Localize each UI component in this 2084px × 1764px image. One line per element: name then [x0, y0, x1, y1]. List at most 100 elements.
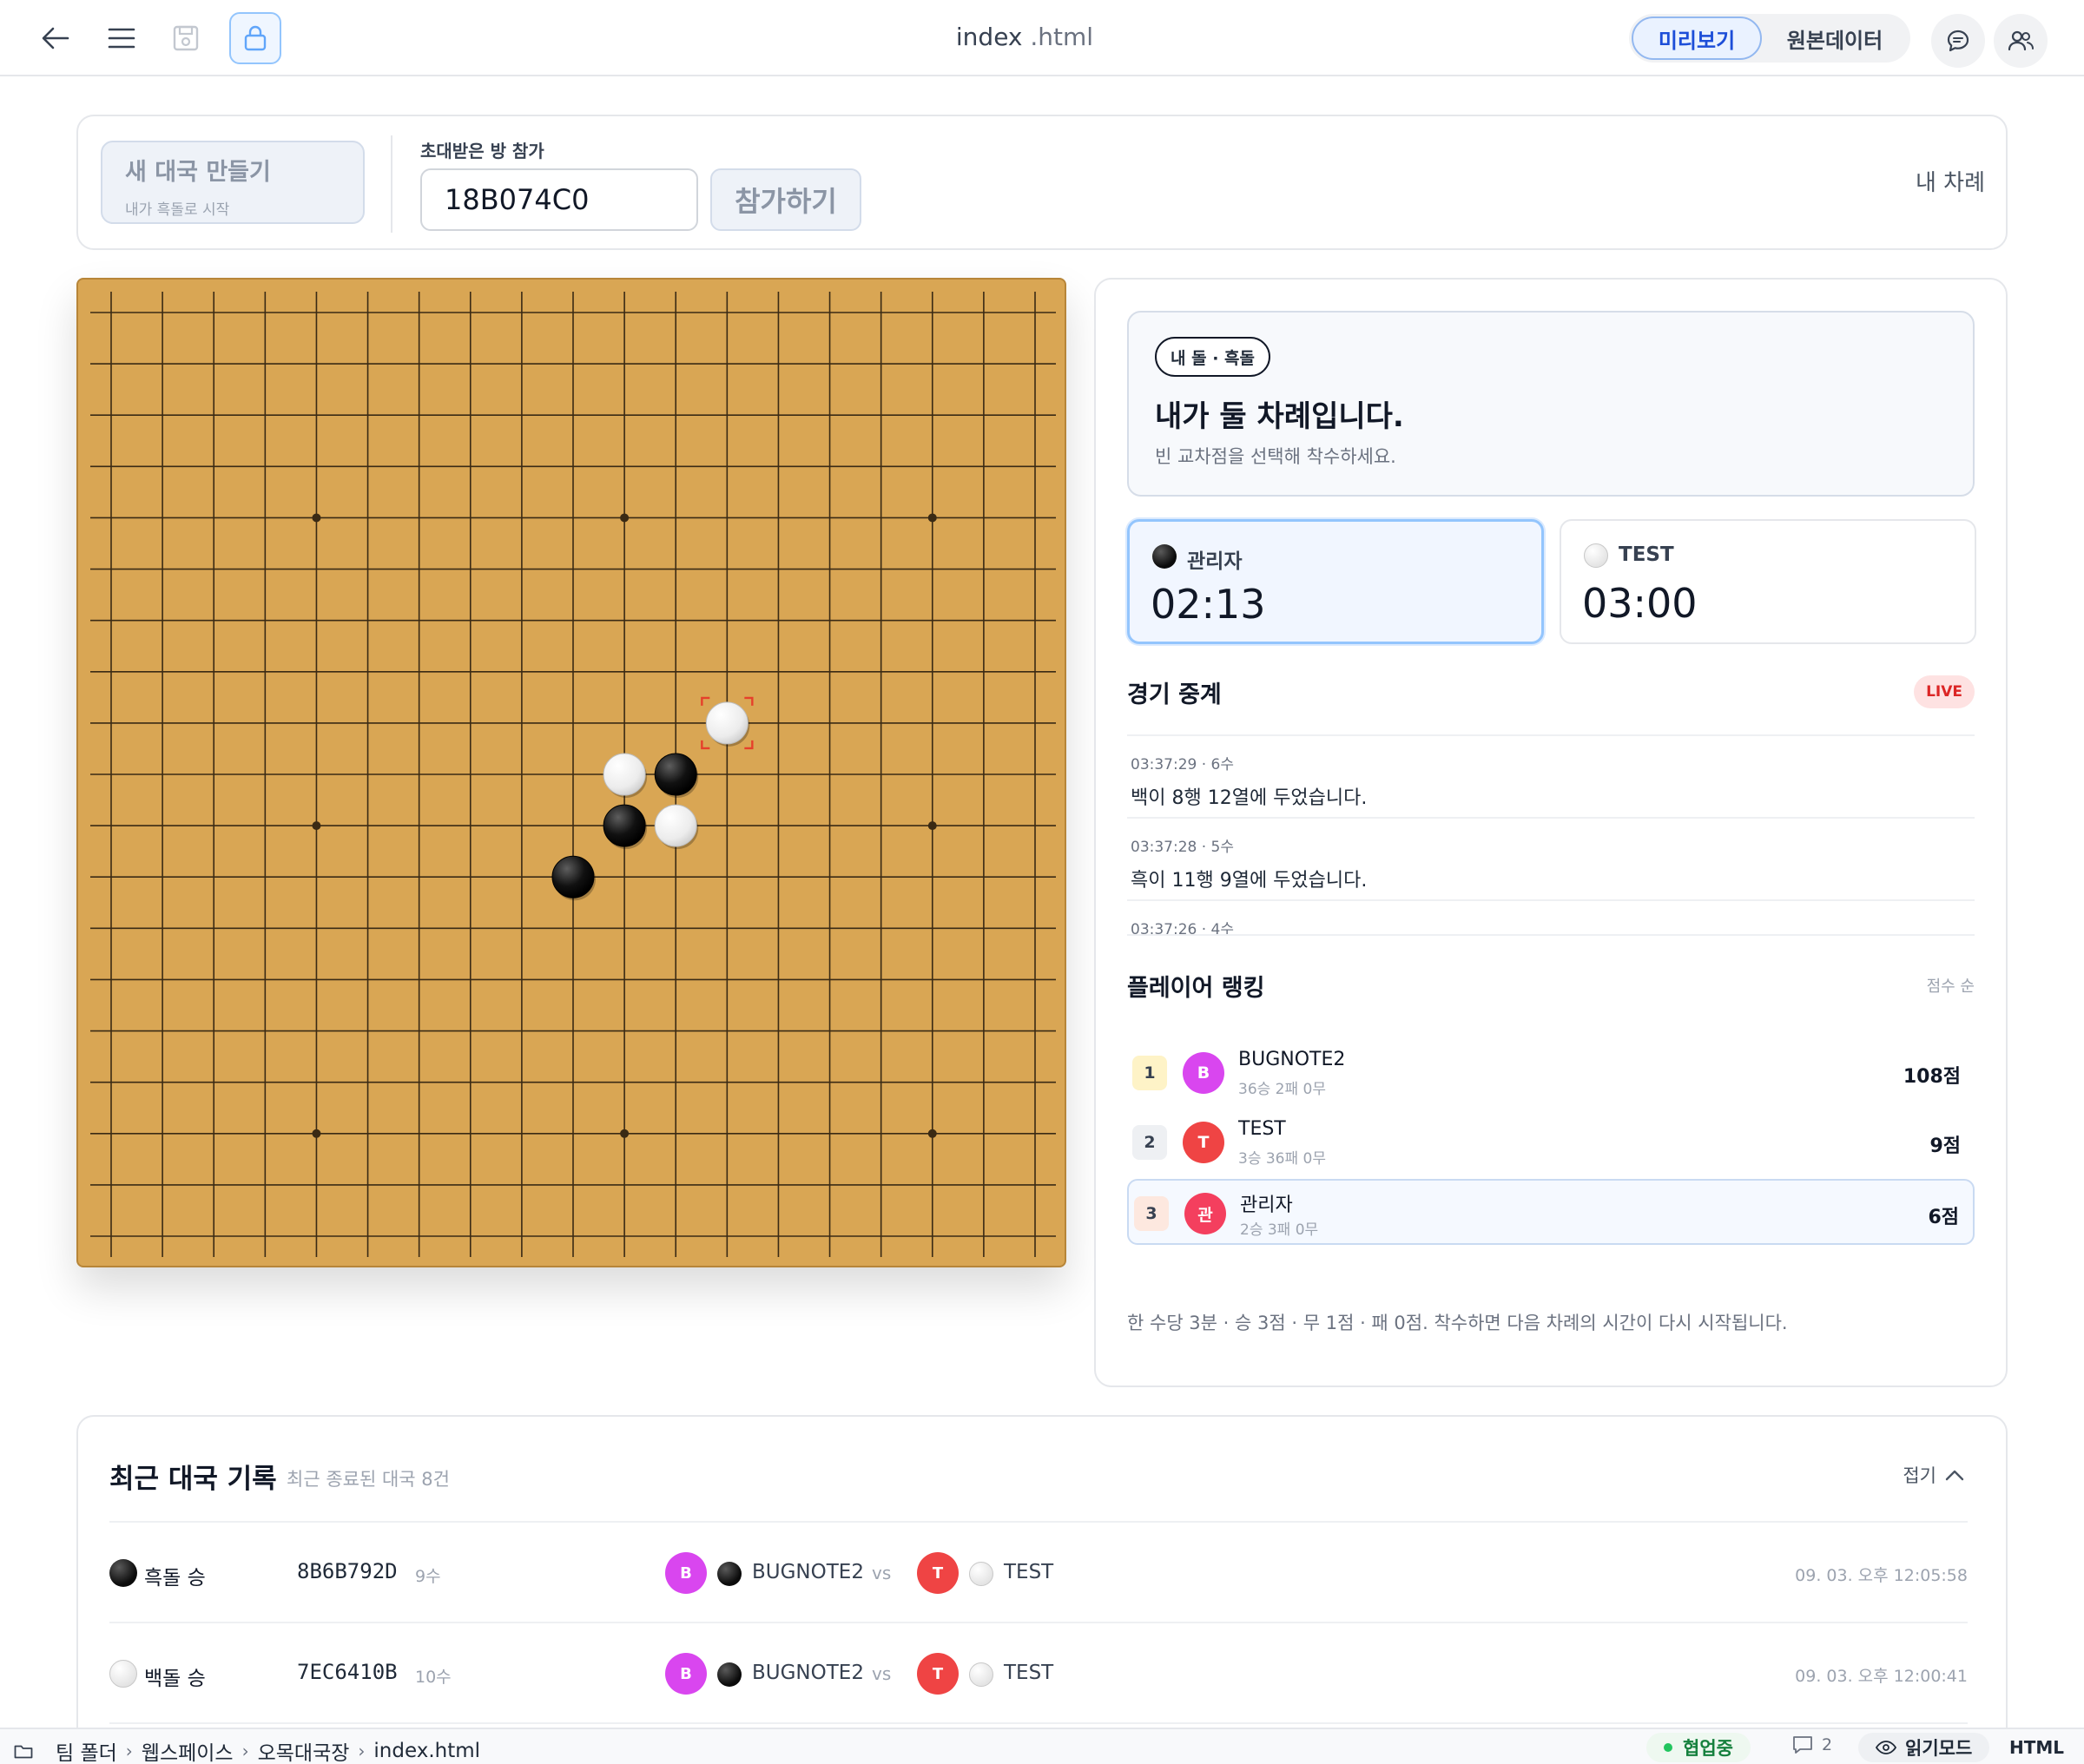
game-result: 흑돌 승: [144, 1567, 206, 1590]
online-dot-icon: [1664, 1743, 1672, 1752]
white-stone-icon: [969, 1662, 993, 1687]
feed-message: 흑이 11행 9열에 두었습니다.: [1131, 870, 1368, 892]
avatar: B: [1183, 1052, 1224, 1094]
white-stone: [603, 753, 646, 796]
player-score: 108점: [1903, 1066, 1961, 1088]
live-feed-list[interactable]: 03:37:29 · 6수 백이 8행 12열에 두었습니다. 03:37:28…: [1127, 734, 1975, 936]
star-point: [620, 1129, 630, 1138]
recent-games-title: 최근 대국 기록: [109, 1464, 277, 1495]
star-point: [312, 821, 321, 831]
game-controls-card: 새 대국 만들기 내가 흑돌로 시작 초대받은 방 참가 18B074C0 참가…: [76, 115, 2008, 250]
last-move-marker: [701, 740, 710, 750]
game-id: 8B6B792D: [297, 1559, 398, 1583]
feed-message: 백이 8행 12열에 두었습니다.: [1131, 787, 1368, 809]
collab-status[interactable]: 협업중: [1646, 1733, 1751, 1762]
rank-number: 2: [1132, 1125, 1167, 1160]
feed-item: 03:37:26 · 4수: [1127, 901, 1975, 936]
player-record: 36승 2패 0무: [1238, 1081, 1326, 1098]
avatar: T: [1183, 1122, 1224, 1163]
feed-timestamp: 03:37:26 · 4수: [1131, 921, 1235, 936]
breadcrumb-item[interactable]: 팀 폴더: [56, 1736, 117, 1764]
new-game-button[interactable]: 새 대국 만들기 내가 흑돌로 시작: [101, 141, 365, 224]
comment-icon[interactable]: [1931, 14, 1985, 68]
comments-count[interactable]: 2: [1792, 1735, 1832, 1754]
turn-title: 내가 둘 차례입니다.: [1155, 399, 1404, 434]
game-id: 7EC6410B: [297, 1660, 398, 1684]
timer-white-player: TEST 03:00: [1560, 519, 1976, 644]
room-code-input[interactable]: 18B074C0: [420, 168, 698, 231]
white-stone-icon: [1584, 543, 1608, 568]
black-stone: [603, 804, 646, 847]
preview-tab[interactable]: 미리보기: [1632, 16, 1762, 60]
last-move-marker: [744, 740, 754, 750]
new-game-subtitle: 내가 흑돌로 시작: [125, 201, 230, 219]
top-toolbar: index .html 미리보기 원본데이터: [0, 0, 2084, 76]
player-name: 관리자: [1240, 1195, 1293, 1216]
white-stone-icon: [109, 1660, 137, 1688]
player-score: 9점: [1929, 1135, 1961, 1157]
game-result: 백돌 승: [144, 1668, 206, 1690]
black-stone-icon: [109, 1559, 137, 1587]
my-stone-badge: 내 돌 · 흑돌: [1155, 337, 1270, 377]
rank-number: 1: [1132, 1056, 1167, 1090]
recent-games-subtitle: 최근 종료된 대국 8건: [287, 1469, 450, 1490]
white-stone: [705, 701, 749, 745]
feed-item: 03:37:29 · 6수 백이 8행 12열에 두었습니다.: [1127, 736, 1975, 819]
avatar: B: [665, 1653, 707, 1695]
turn-status: 내 차례: [1915, 170, 1985, 196]
player-name: BUGNOTE2: [1238, 1049, 1346, 1070]
breadcrumb: 팀 폴더 › 웹스페이스 › 오목대국장 › index.html: [14, 1736, 480, 1764]
turn-info-box: 내 돌 · 흑돌 내가 둘 차례입니다. 빈 교차점을 선택해 착수하세요.: [1127, 311, 1975, 497]
read-mode-label: 읽기모드: [1905, 1738, 1973, 1759]
breadcrumb-item[interactable]: index.html: [373, 1740, 480, 1762]
game-date: 09. 03. 오후 12:05:58: [1795, 1566, 1968, 1585]
star-point: [927, 513, 937, 523]
timer-player-name: TEST: [1619, 543, 1674, 566]
source-data-tab[interactable]: 원본데이터: [1762, 16, 1908, 60]
view-mode-toggle: 미리보기 원본데이터: [1629, 14, 1910, 63]
join-room-label: 초대받은 방 참가: [420, 141, 544, 161]
live-badge: LIVE: [1914, 675, 1975, 708]
timer-black-player: 관리자 02:13: [1127, 519, 1544, 644]
player-black-name: BUGNOTE2: [752, 1561, 864, 1583]
timer-player-name: 관리자: [1187, 550, 1243, 573]
read-mode-button[interactable]: 읽기모드: [1858, 1733, 1990, 1762]
vs-label: vs: [872, 1563, 892, 1583]
timer-value: 03:00: [1582, 580, 1698, 627]
avatar: T: [917, 1653, 959, 1695]
vs-label: vs: [872, 1663, 892, 1684]
recent-games-card: 최근 대국 기록 최근 종료된 대국 8건 접기 흑돌 승 8B6B792D 9…: [76, 1415, 2008, 1764]
black-stone-icon: [717, 1562, 742, 1586]
breadcrumb-item[interactable]: 오목대국장: [258, 1736, 350, 1764]
player-black-name: BUGNOTE2: [752, 1662, 864, 1684]
ranking-row: 1 B BUGNOTE2 36승 2패 0무 108점: [1127, 1040, 1975, 1106]
game-history-row[interactable]: 백돌 승 7EC6410B 10수 B BUGNOTE2 vs T TEST 0…: [109, 1623, 1968, 1724]
breadcrumb-item[interactable]: 웹스페이스: [142, 1736, 234, 1764]
feed-item: 03:37:28 · 5수 흑이 11행 9열에 두었습니다.: [1127, 819, 1975, 901]
fold-button[interactable]: 접기: [1903, 1462, 1964, 1488]
star-point: [927, 1129, 937, 1138]
ranking-sort-label[interactable]: 점수 순: [1927, 974, 1975, 997]
black-stone: [654, 753, 697, 796]
ranking-row-me: 3 관 관리자 2승 3패 0무 6점: [1127, 1179, 1975, 1245]
ranking-row: 2 T TEST 3승 36패 0무 9점: [1127, 1109, 1975, 1175]
users-icon[interactable]: [1994, 14, 2048, 68]
player-white-name: TEST: [1004, 1662, 1054, 1684]
board-grid[interactable]: [78, 280, 1068, 1269]
player-name: TEST: [1238, 1118, 1286, 1140]
star-point: [927, 821, 937, 831]
avatar: 관: [1184, 1193, 1226, 1234]
collab-label: 협업중: [1683, 1738, 1733, 1759]
star-point: [312, 1129, 321, 1138]
game-board[interactable]: [76, 278, 1066, 1267]
white-stone: [654, 804, 697, 847]
feed-timestamp: 03:37:29 · 6수: [1131, 756, 1235, 773]
game-history-row[interactable]: 흑돌 승 8B6B792D 9수 B BUGNOTE2 vs T TEST 09…: [109, 1523, 1968, 1623]
player-record: 3승 36패 0무: [1238, 1150, 1326, 1168]
file-type: HTML: [2009, 1737, 2065, 1758]
divider: [109, 1722, 1968, 1724]
white-stone-icon: [969, 1562, 993, 1586]
chevron-up-icon: [1945, 1470, 1964, 1481]
join-button[interactable]: 참가하기: [710, 168, 861, 231]
comment-icon: [1793, 1736, 1812, 1754]
